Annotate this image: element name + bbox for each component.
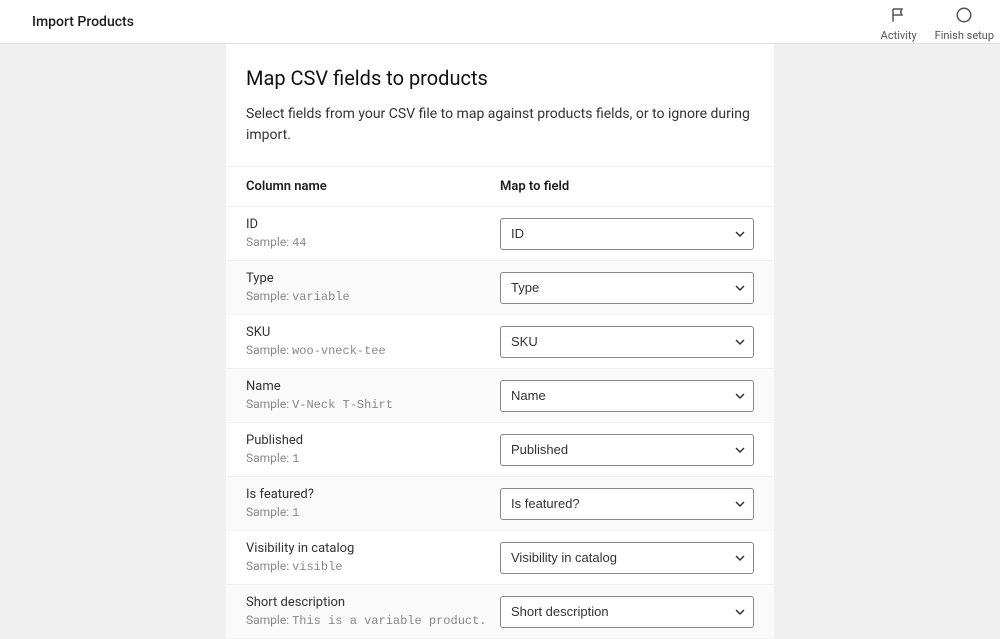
field-name: Name xyxy=(246,379,490,394)
map-field-select[interactable]: Is featured? xyxy=(500,488,754,520)
flag-icon xyxy=(890,6,908,27)
topbar-actions: Activity Finish setup xyxy=(881,2,1000,42)
field-sample: Sample: V-Neck T-Shirt xyxy=(246,397,490,412)
select-wrap: Short description xyxy=(500,596,754,628)
map-field-select[interactable]: Type xyxy=(500,272,754,304)
column-info: ID Sample: 44 xyxy=(246,217,500,250)
mapping-control: Published xyxy=(500,434,754,466)
column-info: SKU Sample: woo-vneck-tee xyxy=(246,325,500,358)
sample-value: This is a variable product. xyxy=(292,614,486,628)
card-header: Map CSV fields to products Select fields… xyxy=(226,44,774,167)
field-sample: Sample: This is a variable product. xyxy=(246,613,490,628)
mapping-control: SKU xyxy=(500,326,754,358)
mapping-row: Is featured? Sample: 1 Is featured? xyxy=(226,477,774,531)
sample-value: woo-vneck-tee xyxy=(292,344,386,358)
activity-button[interactable]: Activity xyxy=(881,2,917,42)
map-field-select[interactable]: Name xyxy=(500,380,754,412)
select-wrap: Type xyxy=(500,272,754,304)
field-sample: Sample: variable xyxy=(246,289,490,304)
page-title: Import Products xyxy=(32,14,134,30)
map-field-select[interactable]: SKU xyxy=(500,326,754,358)
mapping-control: Is featured? xyxy=(500,488,754,520)
select-wrap: Visibility in catalog xyxy=(500,542,754,574)
sample-value: 1 xyxy=(292,506,299,520)
column-info: Is featured? Sample: 1 xyxy=(246,487,500,520)
finish-setup-button[interactable]: Finish setup xyxy=(935,2,994,42)
finish-setup-label: Finish setup xyxy=(935,29,994,42)
field-sample: Sample: visible xyxy=(246,559,490,574)
sample-prefix: Sample: xyxy=(246,505,292,519)
select-wrap: ID xyxy=(500,218,754,250)
topbar: Import Products Activity Finish setup xyxy=(0,0,1000,44)
map-to-field-header: Map to field xyxy=(500,179,754,194)
column-info: Published Sample: 1 xyxy=(246,433,500,466)
sample-value: V-Neck T-Shirt xyxy=(292,398,393,412)
import-card: Map CSV fields to products Select fields… xyxy=(226,44,774,639)
field-name: ID xyxy=(246,217,490,232)
mapping-control: Type xyxy=(500,272,754,304)
select-wrap: SKU xyxy=(500,326,754,358)
card-description: Select fields from your CSV file to map … xyxy=(246,104,754,146)
map-field-select[interactable]: Published xyxy=(500,434,754,466)
sample-prefix: Sample: xyxy=(246,235,292,249)
sample-prefix: Sample: xyxy=(246,559,292,573)
mapping-row: Name Sample: V-Neck T-Shirt Name xyxy=(226,369,774,423)
map-field-select[interactable]: Short description xyxy=(500,596,754,628)
map-field-select[interactable]: ID xyxy=(500,218,754,250)
field-sample: Sample: 44 xyxy=(246,235,490,250)
mapping-control: Short description xyxy=(500,596,754,628)
sample-value: visible xyxy=(292,560,342,574)
field-name: Published xyxy=(246,433,490,448)
mapping-rows: ID Sample: 44 ID Type Sample: variable xyxy=(226,207,774,639)
mapping-row: Published Sample: 1 Published xyxy=(226,423,774,477)
mapping-row: Short description Sample: This is a vari… xyxy=(226,585,774,639)
select-wrap: Is featured? xyxy=(500,488,754,520)
content: Map CSV fields to products Select fields… xyxy=(0,44,1000,639)
sample-prefix: Sample: xyxy=(246,613,292,627)
activity-label: Activity xyxy=(881,29,917,42)
field-sample: Sample: 1 xyxy=(246,451,490,466)
column-info: Short description Sample: This is a vari… xyxy=(246,595,500,628)
field-name: Type xyxy=(246,271,490,286)
column-info: Name Sample: V-Neck T-Shirt xyxy=(246,379,500,412)
field-name: Visibility in catalog xyxy=(246,541,490,556)
mapping-control: Visibility in catalog xyxy=(500,542,754,574)
field-sample: Sample: woo-vneck-tee xyxy=(246,343,490,358)
mapping-control: Name xyxy=(500,380,754,412)
card-title: Map CSV fields to products xyxy=(246,66,754,90)
map-field-select[interactable]: Visibility in catalog xyxy=(500,542,754,574)
mapping-control: ID xyxy=(500,218,754,250)
sample-value: 44 xyxy=(292,236,306,250)
mapping-table-head: Column name Map to field xyxy=(226,167,774,207)
mapping-row: SKU Sample: woo-vneck-tee SKU xyxy=(226,315,774,369)
mapping-row: Visibility in catalog Sample: visible Vi… xyxy=(226,531,774,585)
sample-prefix: Sample: xyxy=(246,289,292,303)
sample-prefix: Sample: xyxy=(246,397,292,411)
field-sample: Sample: 1 xyxy=(246,505,490,520)
sample-prefix: Sample: xyxy=(246,343,292,357)
sample-value: 1 xyxy=(292,452,299,466)
field-name: SKU xyxy=(246,325,490,340)
column-info: Visibility in catalog Sample: visible xyxy=(246,541,500,574)
mapping-row: ID Sample: 44 ID xyxy=(226,207,774,261)
column-info: Type Sample: variable xyxy=(246,271,500,304)
field-name: Short description xyxy=(246,595,490,610)
sample-value: variable xyxy=(292,290,350,304)
field-name: Is featured? xyxy=(246,487,490,502)
circle-icon xyxy=(955,6,973,27)
mapping-row: Type Sample: variable Type xyxy=(226,261,774,315)
column-name-header: Column name xyxy=(246,179,500,194)
select-wrap: Name xyxy=(500,380,754,412)
select-wrap: Published xyxy=(500,434,754,466)
sample-prefix: Sample: xyxy=(246,451,292,465)
